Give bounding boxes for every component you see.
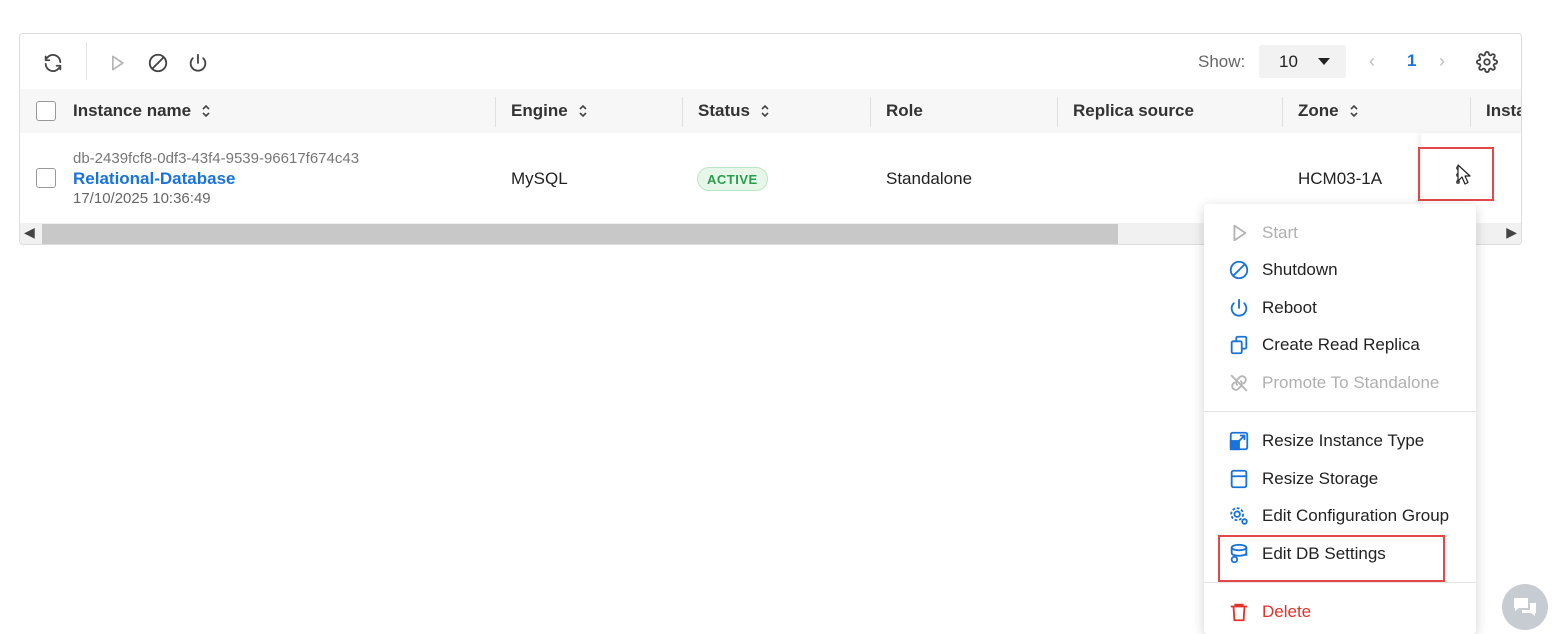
chat-icon [1514,598,1536,616]
column-header-role: Role [886,89,923,133]
instance-id: db-2439fcf8-0df3-43f4-9539-96617f674c43 [73,150,360,167]
mouse-cursor-icon [1457,164,1471,185]
refresh-icon [44,54,62,72]
column-label: Replica source [1073,101,1194,120]
ban-icon [148,53,168,73]
menu-item-label: Create Read Replica [1262,335,1420,354]
caret-down-icon [1318,58,1330,65]
database-settings-icon [1230,543,1248,564]
column-header-instance-type: Insta [1486,89,1522,133]
power-icon [1230,298,1248,317]
menu-item-edit-configuration-group[interactable]: Edit Configuration Group [1204,498,1476,534]
scroll-left-icon[interactable]: ◀ [24,224,35,241]
menu-item-resize-instance-type[interactable]: Resize Instance Type [1204,423,1476,459]
row-checkbox[interactable] [36,168,56,188]
column-label: Status [698,101,750,120]
instance-name-link[interactable]: Relational-Database [73,169,236,189]
menu-item-shutdown[interactable]: Shutdown [1204,252,1476,288]
sort-icon [761,104,769,118]
instance-created-date: 17/10/2025 10:36:49 [73,190,211,207]
menu-item-label: Promote To Standalone [1262,373,1440,392]
column-label: Zone [1298,101,1339,120]
column-header-engine[interactable]: Engine [511,89,588,133]
current-page[interactable]: 1 [1407,51,1416,71]
resize-icon [1229,431,1249,451]
gears-icon [1230,507,1248,525]
menu-item-edit-db-settings[interactable]: Edit DB Settings [1204,536,1476,572]
status-badge: ACTIVE [697,167,768,191]
scroll-right-icon[interactable]: ▶ [1506,224,1517,241]
table-header: Instance name Engine Status Role Replica… [20,89,1521,133]
page-size-select[interactable]: 10 [1259,45,1346,78]
toolbar: Show: 10 ‹ 1 › [20,34,1521,89]
storage-icon [1230,469,1248,489]
menu-item-label: Resize Storage [1262,469,1379,488]
column-divider [1057,97,1058,127]
ban-icon [1229,260,1249,280]
select-all-cell [36,89,56,133]
column-label: Engine [511,101,568,120]
menu-item-label: Delete [1262,602,1312,621]
toolbar-separator [86,42,87,80]
start-button[interactable] [104,50,130,76]
engine-cell: MySQL [511,169,568,188]
prev-page-button[interactable]: ‹ [1369,51,1375,72]
row-actions-menu: Start Shutdown Reboot Create Read Replic… [1204,204,1476,634]
shutdown-button[interactable] [145,50,171,76]
menu-item-label: Reboot [1262,298,1317,317]
menu-item-create-read-replica[interactable]: Create Read Replica [1204,327,1476,363]
column-divider [495,97,496,127]
column-divider [1282,97,1283,127]
reboot-button[interactable] [185,50,211,76]
page-size-value: 10 [1279,51,1298,71]
menu-item-promote-to-standalone[interactable]: Promote To Standalone [1204,365,1476,401]
column-label: Role [886,101,923,120]
menu-item-start[interactable]: Start [1204,215,1476,251]
page-size-label: Show: [1198,52,1246,71]
scrollbar-thumb[interactable] [42,224,1118,244]
menu-divider [1204,411,1476,412]
sort-icon [1350,104,1358,118]
settings-gear-icon[interactable] [1476,51,1498,73]
power-icon [189,53,207,72]
menu-item-label: Shutdown [1262,260,1338,279]
play-icon [1233,224,1247,242]
play-icon [112,55,124,71]
column-header-zone[interactable]: Zone [1298,89,1359,133]
select-all-checkbox[interactable] [36,101,56,121]
column-header-instance-name[interactable]: Instance name [73,89,211,133]
sort-icon [579,104,587,118]
menu-item-label: Edit DB Settings [1262,544,1386,563]
role-cell: Standalone [886,169,973,188]
column-divider [870,97,871,127]
menu-item-label: Start [1262,223,1298,242]
column-label: Instance name [73,101,192,120]
column-label: Insta [1486,101,1522,120]
menu-item-label: Edit Configuration Group [1262,506,1450,525]
menu-item-label: Resize Instance Type [1262,431,1425,450]
refresh-button[interactable] [40,50,66,76]
next-page-button[interactable]: › [1439,51,1445,72]
sort-icon [202,104,210,118]
copy-icon [1230,335,1248,355]
zone-cell: HCM03-1A [1298,169,1383,188]
column-header-replica-source: Replica source [1073,89,1194,133]
menu-item-reboot[interactable]: Reboot [1204,290,1476,326]
menu-item-delete[interactable]: Delete [1204,594,1476,630]
column-header-status[interactable]: Status [698,89,770,133]
menu-item-resize-storage[interactable]: Resize Storage [1204,461,1476,497]
menu-divider [1204,582,1476,583]
column-divider [682,97,683,127]
unlink-icon [1230,374,1248,392]
column-divider [1470,97,1471,127]
chat-button[interactable] [1502,584,1548,630]
trash-icon [1230,603,1248,622]
